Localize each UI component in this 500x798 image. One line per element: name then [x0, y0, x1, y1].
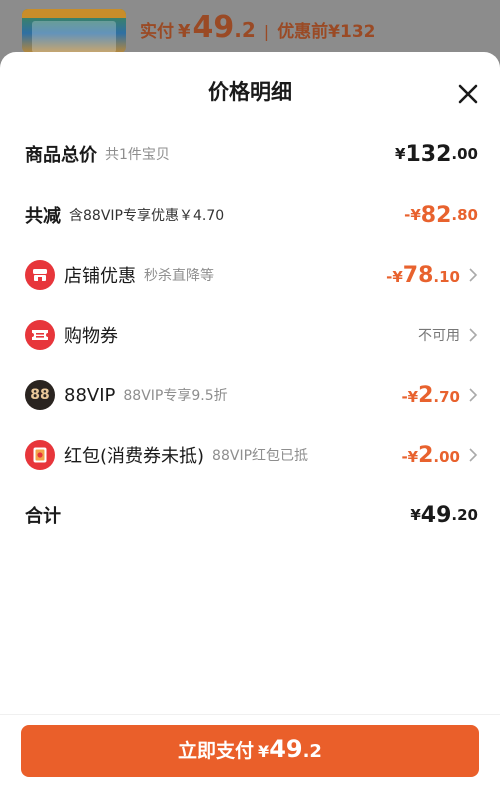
separator: |	[263, 22, 270, 41]
red-envelope-note: 88VIP红包已抵	[212, 448, 309, 464]
row-88vip[interactable]: 88 88VIP 88VIP专享9.5折 -¥ 2 .70	[0, 375, 500, 415]
vip-label: 88VIP	[64, 384, 116, 406]
paid-amount-dec: .2	[234, 18, 256, 42]
red-envelope-icon	[25, 440, 55, 470]
grand-total-value: ¥ 49 .20	[410, 502, 478, 528]
store-discount-note: 秒杀直降等	[144, 268, 214, 284]
price-before-discount: 优惠前¥132	[277, 22, 376, 42]
coupon-label: 购物券	[64, 326, 118, 347]
chevron-right-icon	[469, 268, 478, 282]
ticket-icon	[25, 320, 55, 350]
reduction-label: 共减	[25, 206, 61, 227]
footer-divider	[0, 714, 500, 715]
total-price-label: 商品总价	[25, 145, 97, 166]
chevron-right-icon	[469, 388, 478, 402]
coupon-unavailable: 不可用	[418, 328, 460, 344]
vip-88-icon: 88	[25, 380, 55, 410]
chevron-right-icon	[469, 328, 478, 342]
reduction-value: -¥ 82 .80	[404, 202, 478, 228]
product-thumbnail	[22, 9, 126, 53]
row-shopping-coupon[interactable]: 购物券 不可用	[0, 315, 500, 355]
top-price-summary: 实付 ¥ 49 .2 | 优惠前¥132	[140, 10, 376, 50]
store-discount-label: 店铺优惠	[64, 266, 136, 287]
red-envelope-label: 红包(消费券未抵)	[64, 446, 205, 467]
vip-note: 88VIP专享9.5折	[123, 388, 228, 404]
pay-button-label: 立即支付	[178, 740, 255, 762]
vip-discount-value: -¥ 2 .70	[401, 382, 460, 408]
row-store-discount[interactable]: 店铺优惠 秒杀直降等 -¥ 78 .10	[0, 255, 500, 295]
item-count: 共1件宝贝	[105, 147, 170, 163]
chevron-right-icon	[469, 448, 478, 462]
vip-discount-note: 含88VIP专享优惠￥4.70	[69, 208, 225, 224]
paid-currency: ¥	[178, 21, 191, 42]
row-total-price: 商品总价 共1件宝贝 ¥ 132 .00	[0, 134, 500, 174]
total-price-value: ¥ 132 .00	[395, 141, 478, 167]
row-red-envelope[interactable]: 红包(消费券未抵) 88VIP红包已抵 -¥ 2 .00	[0, 435, 500, 475]
pay-now-button[interactable]: 立即支付 ¥ 49 .2	[21, 725, 479, 777]
store-discount-value: -¥ 78 .10	[386, 262, 460, 288]
row-grand-total: 合计 ¥ 49 .20	[0, 495, 500, 535]
grand-total-label: 合计	[25, 506, 61, 527]
close-icon[interactable]	[452, 78, 484, 110]
price-detail-sheet: 价格明细 商品总价 共1件宝贝 ¥ 132 .00 共减 含88VIP专享优惠￥…	[0, 52, 500, 798]
paid-label: 实付	[140, 22, 174, 42]
paid-amount-int: 49	[192, 10, 235, 45]
sheet-title: 价格明细	[208, 80, 292, 104]
row-total-reduction: 共减 含88VIP专享优惠￥4.70 -¥ 82 .80	[0, 195, 500, 235]
red-envelope-value: -¥ 2 .00	[401, 442, 460, 468]
store-icon	[25, 260, 55, 290]
order-summary-bar: 实付 ¥ 49 .2 | 优惠前¥132	[0, 0, 500, 60]
